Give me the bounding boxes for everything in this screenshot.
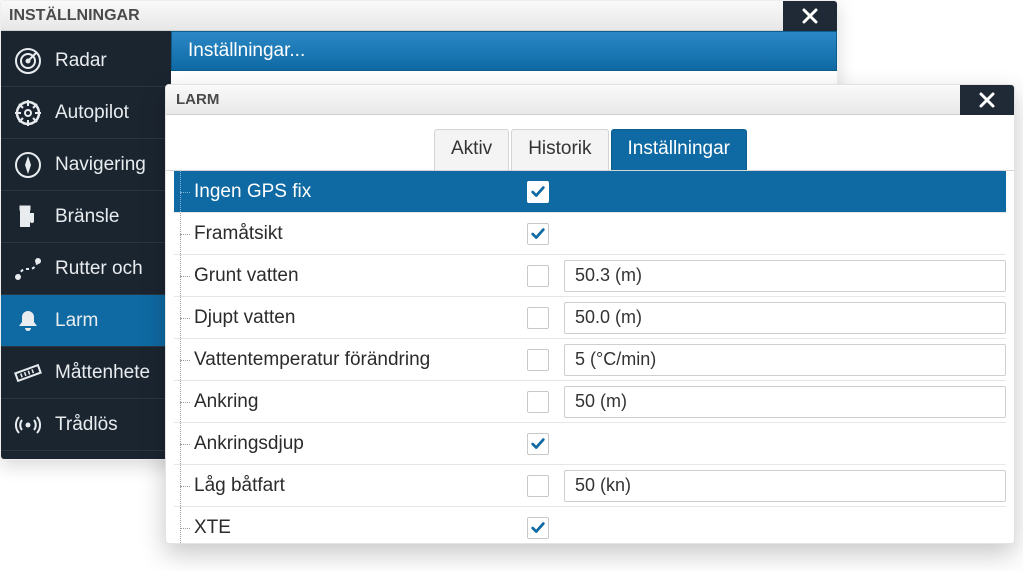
alarm-row-check-cell — [522, 307, 554, 329]
alarm-row-label: Ankring — [192, 391, 522, 413]
close-icon — [800, 6, 820, 26]
alarm-tabbar: AktivHistorikInställningar — [166, 115, 1014, 170]
alarm-row-label: Ingen GPS fix — [192, 181, 522, 203]
alarm-row-checkbox[interactable] — [527, 517, 549, 539]
close-icon — [977, 90, 997, 110]
sidebar-item-label: Autopilot — [55, 102, 129, 124]
alarm-row-checkbox[interactable] — [527, 181, 549, 203]
alarm-row[interactable]: Låg båtfart — [174, 465, 1006, 507]
wireless-icon — [13, 410, 43, 440]
tree-connector — [174, 255, 192, 296]
sidebar-item-bränsle[interactable]: Bränsle — [1, 191, 171, 243]
sidebar-item-label: Trådlös — [55, 414, 118, 436]
alarm-row-label: Grunt vatten — [192, 265, 522, 287]
ruler-icon — [13, 358, 43, 388]
alarm-row-label: Låg båtfart — [192, 475, 522, 497]
sidebar-item-autopilot[interactable]: Autopilot — [1, 87, 171, 139]
breadcrumb[interactable]: Inställningar... — [171, 31, 837, 71]
sidebar-item-trådlös[interactable]: Trådlös — [1, 399, 171, 451]
tree-connector — [174, 423, 192, 464]
alarm-row-check-cell — [522, 349, 554, 371]
alarm-row[interactable]: Ankringsdjup — [174, 423, 1006, 465]
settings-title: INSTÄLLNINGAR — [9, 7, 140, 25]
alarm-title: LARM — [176, 91, 219, 108]
alarm-row[interactable]: Ankring — [174, 381, 1006, 423]
tree-connector — [174, 297, 192, 338]
alarm-row-value-input[interactable] — [564, 344, 1006, 376]
sidebar-item-rutter-och[interactable]: Rutter och — [1, 243, 171, 295]
sidebar-item-label: Radar — [55, 50, 107, 72]
settings-sidebar: Radar Autopilot Navigering Bränsle Rutter oc… — [1, 31, 171, 459]
route-icon — [13, 254, 43, 284]
alarm-row-value-cell — [564, 470, 1006, 502]
alarm-row-value-cell — [564, 260, 1006, 292]
alarm-row[interactable]: XTE — [174, 507, 1006, 543]
alarm-row-checkbox[interactable] — [527, 391, 549, 413]
compass-icon — [13, 150, 43, 180]
wheel-icon — [13, 98, 43, 128]
alarm-titlebar: LARM — [166, 85, 1014, 115]
alarm-row-checkbox[interactable] — [527, 307, 549, 329]
radar-icon — [13, 46, 43, 76]
alarm-row-check-cell — [522, 265, 554, 287]
check-icon — [530, 520, 546, 536]
sidebar-item-label: Navigering — [55, 154, 146, 176]
sidebar-item-larm[interactable]: Larm — [1, 295, 171, 347]
alarm-row-checkbox[interactable] — [527, 265, 549, 287]
alarm-row-check-cell — [522, 433, 554, 455]
alarm-row[interactable]: Grunt vatten — [174, 255, 1006, 297]
alarm-row-label: XTE — [192, 517, 522, 539]
alarm-row-checkbox[interactable] — [527, 349, 549, 371]
alarm-row-check-cell — [522, 223, 554, 245]
tree-connector — [174, 213, 192, 254]
alarm-row-check-cell — [522, 517, 554, 539]
alarm-row-value-input[interactable] — [564, 302, 1006, 334]
alarm-row-checkbox[interactable] — [527, 475, 549, 497]
sidebar-item-label: Bränsle — [55, 206, 119, 228]
sidebar-item-label: Larm — [55, 310, 98, 332]
alarm-row-label: Vattentemperatur förändring — [192, 349, 522, 371]
alarm-row[interactable]: Framåtsikt — [174, 213, 1006, 255]
alarm-row-check-cell — [522, 181, 554, 203]
alarm-window: LARM AktivHistorikInställningar Ingen GP… — [165, 84, 1015, 544]
tree-connector — [174, 339, 192, 380]
tree-connector — [174, 171, 192, 212]
alarm-settings-list: Ingen GPS fix Framåtsikt Grunt vatten Djupt… — [166, 170, 1014, 543]
tab-aktiv[interactable]: Aktiv — [434, 129, 509, 170]
sidebar-item-radar[interactable]: Radar — [1, 35, 171, 87]
alarm-row-value-input[interactable] — [564, 260, 1006, 292]
alarm-row[interactable]: Vattentemperatur förändring — [174, 339, 1006, 381]
alarm-row-value-cell — [564, 344, 1006, 376]
tab-historik[interactable]: Historik — [511, 129, 608, 170]
fuel-icon — [13, 202, 43, 232]
alarm-row-label: Ankringsdjup — [192, 433, 522, 455]
settings-close-button[interactable] — [783, 1, 837, 31]
sidebar-item-label: Rutter och — [55, 258, 143, 280]
alarm-close-button[interactable] — [960, 85, 1014, 115]
alarm-row-checkbox[interactable] — [527, 223, 549, 245]
tab-inställningar[interactable]: Inställningar — [611, 129, 747, 170]
alarm-row-value-input[interactable] — [564, 470, 1006, 502]
alarm-row[interactable]: Djupt vatten — [174, 297, 1006, 339]
alarm-row-check-cell — [522, 391, 554, 413]
check-icon — [530, 184, 546, 200]
check-icon — [530, 436, 546, 452]
settings-titlebar: INSTÄLLNINGAR — [1, 1, 837, 31]
alarm-row-checkbox[interactable] — [527, 433, 549, 455]
sidebar-item-måttenhete[interactable]: Måttenhete — [1, 347, 171, 399]
tree-connector — [174, 465, 192, 506]
alarm-row-value-input[interactable] — [564, 386, 1006, 418]
check-icon — [530, 226, 546, 242]
alarm-row[interactable]: Ingen GPS fix — [174, 171, 1006, 213]
alarm-row-check-cell — [522, 475, 554, 497]
tree-connector — [174, 381, 192, 422]
sidebar-item-label: Måttenhete — [55, 362, 150, 384]
tree-connector — [174, 507, 192, 543]
bell-icon — [13, 306, 43, 336]
alarm-row-value-cell — [564, 386, 1006, 418]
alarm-row-label: Framåtsikt — [192, 223, 522, 245]
alarm-row-label: Djupt vatten — [192, 307, 522, 329]
sidebar-item-navigering[interactable]: Navigering — [1, 139, 171, 191]
alarm-row-value-cell — [564, 302, 1006, 334]
